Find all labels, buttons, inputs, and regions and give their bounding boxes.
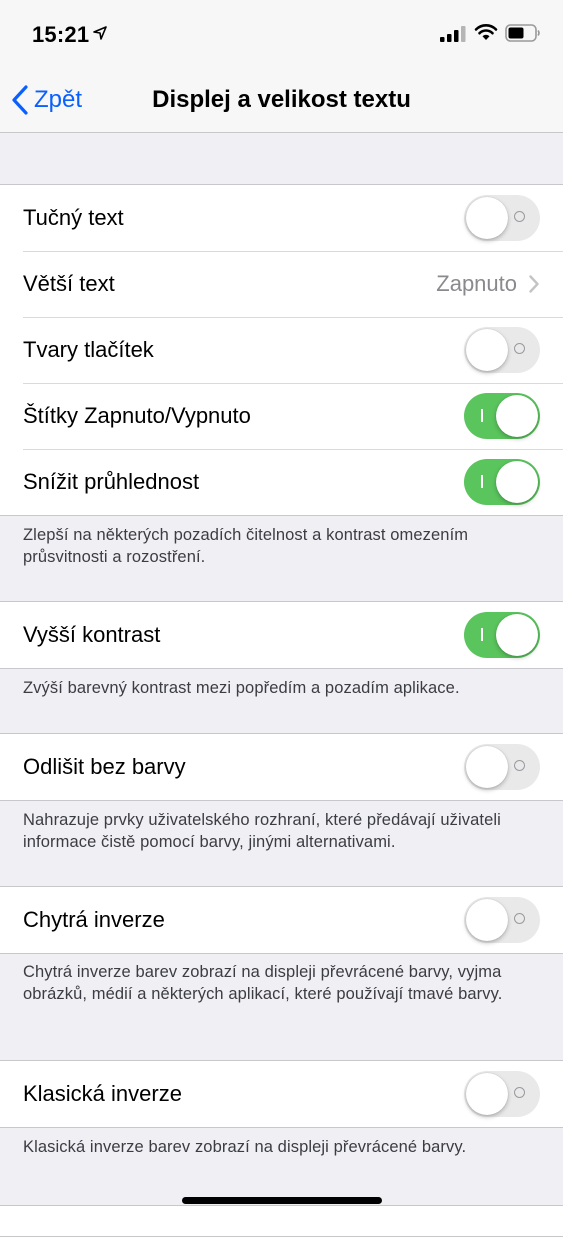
toggle-off-mark [514,913,525,924]
row-label: Větší text [23,271,115,296]
toggle-off-mark [514,343,525,354]
toggle-on-mark [481,628,483,641]
row-label: Odlišit bez barvy [23,754,186,779]
settings-group-differentiate: Odlišit bez barvy [0,733,563,801]
wifi-icon [474,23,498,46]
row-classic-invert: Klasická inverze [0,1061,563,1127]
back-button[interactable]: Zpět [12,84,82,116]
settings-group-smart-invert: Chytrá inverze [0,886,563,954]
footer-contrast: Zvýší barevný kontrast mezi popředím a p… [23,679,460,697]
home-indicator[interactable] [182,1197,382,1204]
row-label: Snížit průhlednost [23,469,200,494]
footer-classic-invert: Klasická inverze barev zobrazí na disple… [23,1138,467,1156]
button-shapes-toggle[interactable] [464,327,540,373]
reduce-transparency-toggle[interactable] [464,459,540,505]
footer-transparency: Zlepší na některých pozadích čitelnost a… [23,526,469,566]
chevron-right-icon [529,275,539,293]
row-on-off-labels: Štítky Zapnuto/Vypnuto [0,383,563,449]
settings-group-contrast: Vyšší kontrast [0,601,563,669]
row-value: Zapnuto [436,271,517,296]
settings-group-next [0,1205,563,1237]
toggle-knob [466,746,508,788]
toggle-off-mark [514,760,525,771]
battery-icon [505,24,541,47]
row-smart-invert: Chytrá inverze [0,887,563,953]
settings-group-classic-invert: Klasická inverze [0,1060,563,1128]
row-label: Klasická inverze [23,1081,182,1106]
row-label: Vyšší kontrast [23,622,161,647]
cellular-signal-icon [440,26,466,47]
row-label: Štítky Zapnuto/Vypnuto [23,403,251,428]
row-larger-text[interactable]: Větší text Zapnuto [0,251,563,317]
toggle-on-mark [481,409,483,422]
footer-differentiate: Nahrazuje prvky uživatelského rozhraní, … [23,811,501,851]
chevron-left-icon [12,85,28,115]
toggle-knob [466,197,508,239]
back-label: Zpět [34,86,83,113]
row-label: Chytrá inverze [23,907,165,932]
row-reduce-transparency: Snížit průhlednost [0,449,563,515]
row-bold-text: Tučný text [0,185,563,251]
toggle-knob [496,461,538,503]
navigation-bar: Zpět Displej a velikost textu [0,66,563,133]
row-label: Tučný text [23,205,124,230]
settings-group-display: Tučný text Větší text Zapnuto Tvary tlač… [0,184,563,516]
page-title: Displej a velikost textu [152,86,411,113]
row-button-shapes: Tvary tlačítek [0,317,563,383]
bold-text-toggle[interactable] [464,195,540,241]
toggle-off-mark [514,211,525,222]
row-label: Tvary tlačítek [23,337,154,362]
row-differentiate-color: Odlišit bez barvy [0,734,563,800]
toggle-on-mark [481,475,483,488]
classic-invert-toggle[interactable] [464,1071,540,1117]
status-time: 15:21 [32,22,90,47]
toggle-knob [466,899,508,941]
row-increase-contrast: Vyšší kontrast [0,602,563,668]
status-bar: 15:21 [0,0,563,66]
toggle-off-mark [514,1087,525,1098]
on-off-labels-toggle[interactable] [464,393,540,439]
location-arrow-icon [93,26,107,45]
footer-smart-invert: Chytrá inverze barev zobrazí na displeji… [23,963,503,1003]
toggle-knob [496,614,538,656]
toggle-knob [496,395,538,437]
differentiate-color-toggle[interactable] [464,744,540,790]
toggle-knob [466,1073,508,1115]
increase-contrast-toggle[interactable] [464,612,540,658]
smart-invert-toggle[interactable] [464,897,540,943]
toggle-knob [466,329,508,371]
